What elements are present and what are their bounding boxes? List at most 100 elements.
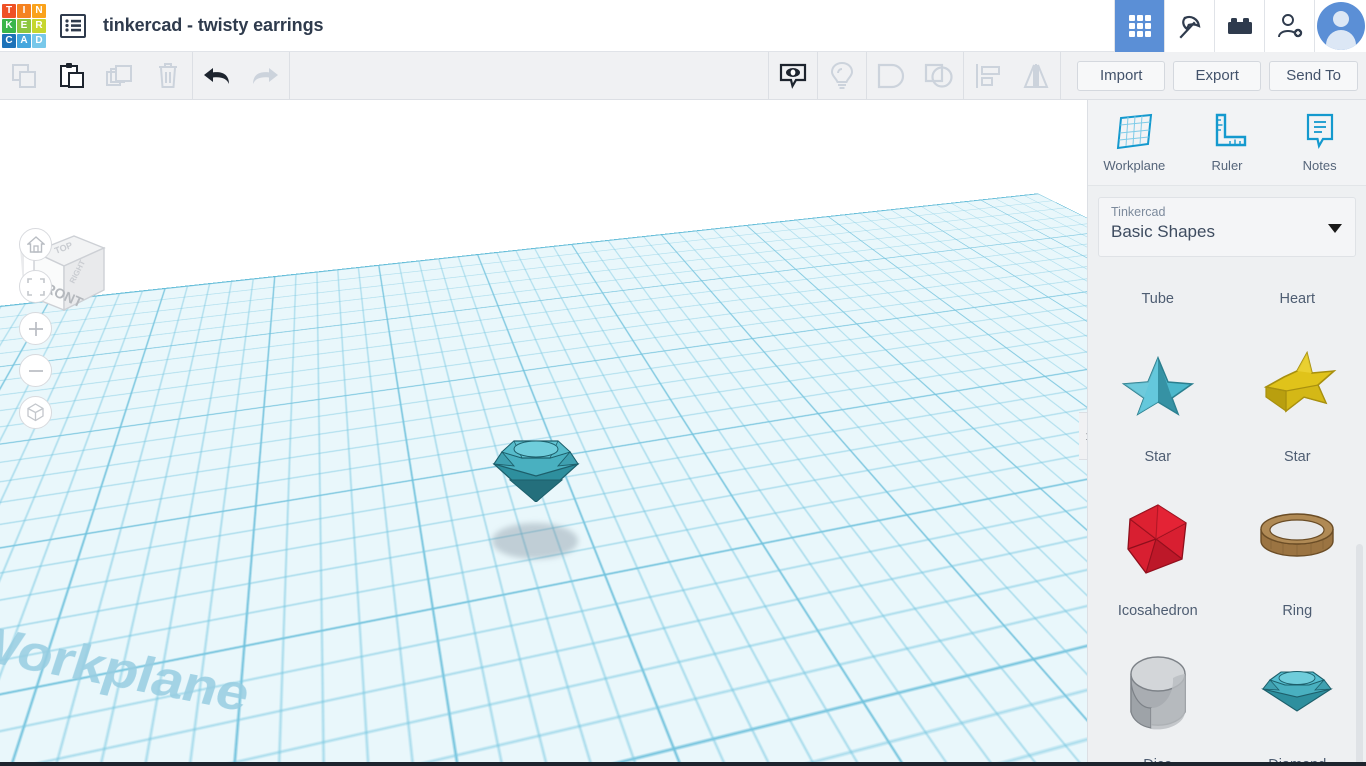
star-yellow-icon — [1228, 321, 1366, 449]
home-icon — [26, 236, 45, 253]
shape-item-star-3[interactable]: Star — [1228, 321, 1366, 475]
bottom-strip — [0, 762, 1366, 766]
logo-tile-d: D — [32, 33, 46, 48]
logo-tile-r: R — [32, 18, 46, 33]
ruler-tool-button[interactable]: Ruler — [1187, 112, 1267, 173]
workplane-tool-label: Workplane — [1103, 158, 1166, 173]
library-provider-label: Tinkercad — [1111, 205, 1166, 219]
group-icon — [878, 63, 905, 88]
diamond-icon — [1228, 629, 1366, 757]
export-button[interactable]: Export — [1173, 60, 1262, 91]
toolbar-divider-2 — [289, 51, 290, 100]
grid-apps-icon — [1128, 14, 1151, 37]
shape-label: Star — [1283, 449, 1311, 465]
logo-tile-c: C — [2, 33, 16, 48]
workplane-grid-icon — [1117, 113, 1153, 150]
hint-button[interactable] — [818, 52, 866, 100]
align-button[interactable] — [964, 52, 1012, 100]
shape-item-icosahedron-4[interactable]: Icosahedron — [1088, 475, 1228, 629]
logo-tile-t: T — [2, 3, 16, 18]
delete-icon — [159, 63, 177, 88]
top-bar-right-group — [1114, 0, 1366, 52]
undo-button[interactable] — [193, 52, 241, 100]
duplicate-icon — [106, 64, 132, 86]
add-person-icon — [1277, 13, 1302, 37]
document-title[interactable]: tinkercad - twisty earrings — [103, 15, 323, 36]
logo-tile-i: I — [17, 3, 31, 18]
mirror-button[interactable] — [1012, 52, 1060, 100]
toolbar-divider-7 — [1060, 51, 1062, 100]
right-panel: Workplane Ruler Notes Tinkercad Basic Sh… — [1087, 100, 1366, 766]
logo-tile-a: A — [17, 33, 31, 48]
ruler-tool-label: Ruler — [1211, 158, 1243, 173]
notes-tool-button[interactable]: Notes — [1280, 112, 1360, 173]
notes-bubble-icon — [1306, 113, 1333, 150]
copy-icon — [12, 63, 36, 88]
invite-button[interactable] — [1264, 0, 1314, 52]
shape-label: Tube — [1141, 291, 1174, 307]
shape-item-star-2[interactable]: Star — [1088, 321, 1228, 475]
pickaxe-icon — [1178, 15, 1200, 39]
plus-icon — [28, 321, 43, 336]
top-bar: TIN KER CAD tinkercad - twisty earrings — [0, 0, 1366, 52]
perspective-cube-icon — [27, 403, 44, 422]
group-button[interactable] — [867, 52, 915, 100]
align-icon — [976, 63, 1001, 88]
fit-view-icon — [26, 277, 45, 296]
undo-icon — [204, 67, 229, 84]
dice-icon — [1088, 629, 1228, 757]
user-avatar-button[interactable] — [1314, 0, 1366, 52]
shape-label: Ring — [1282, 603, 1313, 619]
list-menu-icon — [65, 19, 81, 32]
shape-list[interactable]: Tube Heart Star Star Icosahedron Ring — [1088, 281, 1366, 766]
shape-library-select[interactable]: Tinkercad Basic Shapes — [1098, 197, 1356, 257]
minus-icon — [28, 369, 43, 372]
paste-button[interactable] — [48, 52, 96, 100]
ring-icon — [1228, 475, 1366, 603]
shape-item-dice-6[interactable]: Dice — [1088, 629, 1228, 766]
minecraft-button[interactable] — [1164, 0, 1214, 52]
lightbulb-icon — [831, 61, 854, 89]
tinkercad-app: TIN KER CAD tinkercad - twisty earrings Im… — [0, 0, 1366, 766]
notes-tool-label: Notes — [1302, 158, 1337, 173]
send-to-button[interactable]: Send To — [1269, 60, 1358, 91]
shape-item-ring-5[interactable]: Ring — [1228, 475, 1366, 629]
logo-tile-k: K — [2, 18, 16, 33]
panel-tool-row: Workplane Ruler Notes — [1088, 100, 1366, 186]
shape-item-heart-1[interactable]: Heart — [1228, 281, 1366, 321]
redo-button[interactable] — [241, 52, 289, 100]
copy-button[interactable] — [0, 52, 48, 100]
home-view-button[interactable] — [19, 228, 52, 261]
grid-apps-button[interactable] — [1114, 0, 1164, 52]
shape-list-scrollbar[interactable] — [1356, 544, 1363, 766]
redo-icon — [253, 67, 278, 84]
shape-label: Heart — [1279, 291, 1315, 307]
diamond-gem-object[interactable] — [488, 436, 584, 503]
diamond-gem-icon — [492, 440, 580, 503]
import-button[interactable]: Import — [1077, 60, 1166, 91]
shape-item-tube-0[interactable]: Tube — [1088, 281, 1228, 321]
perspective-toggle-button[interactable] — [19, 396, 52, 429]
workplane-tool-button[interactable]: Workplane — [1094, 112, 1174, 173]
mirror-icon — [1023, 63, 1049, 88]
zoom-out-button[interactable] — [19, 354, 52, 387]
ungroup-button[interactable] — [915, 52, 963, 100]
edit-toolbar: Import Export Send To — [0, 51, 1366, 100]
tinkercad-logo[interactable]: TIN KER CAD — [2, 3, 46, 48]
logo-tile-e: E — [17, 18, 31, 33]
star-cyan-icon — [1088, 321, 1228, 449]
fit-to-view-button[interactable] — [19, 270, 52, 303]
icosahedron-icon — [1088, 475, 1228, 603]
project-menu-button[interactable] — [60, 13, 86, 38]
zoom-in-button[interactable] — [19, 312, 52, 345]
show-hide-button[interactable] — [769, 52, 817, 100]
3d-workspace[interactable]: Workplane FRONT TOP RIGHT — [0, 100, 1087, 766]
shape-label: Star — [1144, 449, 1172, 465]
blocks-button[interactable] — [1214, 0, 1264, 52]
logo-tile-n: N — [32, 3, 46, 18]
shape-item-diamond-7[interactable]: Diamond — [1228, 629, 1366, 766]
avatar — [1316, 1, 1365, 50]
ruler-icon — [1215, 113, 1247, 147]
duplicate-button[interactable] — [96, 52, 144, 100]
delete-button[interactable] — [144, 52, 192, 100]
